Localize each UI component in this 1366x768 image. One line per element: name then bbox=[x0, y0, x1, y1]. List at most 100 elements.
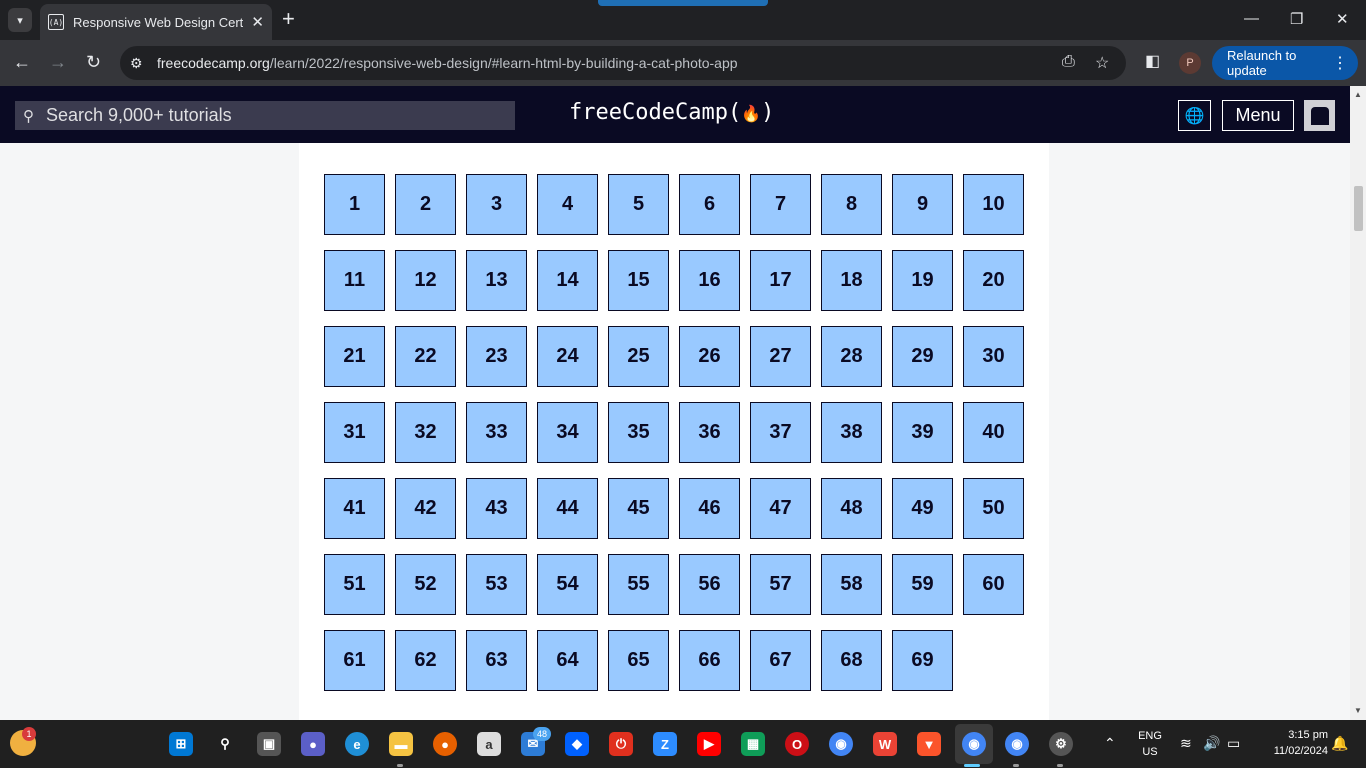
step-button[interactable]: 22 bbox=[395, 326, 456, 387]
new-tab-plus-icon[interactable]: + bbox=[282, 8, 295, 30]
dropbox-icon[interactable]: ◆ bbox=[565, 732, 589, 756]
step-button[interactable]: 54 bbox=[537, 554, 598, 615]
forward-arrow-icon[interactable]: → bbox=[49, 53, 67, 71]
side-panel-icon[interactable]: ◧ bbox=[1145, 53, 1160, 71]
step-button[interactable]: 36 bbox=[679, 402, 740, 463]
chrome-icon[interactable]: ◉ bbox=[829, 732, 853, 756]
step-button[interactable]: 32 bbox=[395, 402, 456, 463]
step-button[interactable]: 29 bbox=[892, 326, 953, 387]
tab-search-chevron-icon[interactable]: ▾ bbox=[8, 8, 32, 32]
step-button[interactable]: 67 bbox=[750, 630, 811, 691]
site-info-tune-icon[interactable]: ⚙ bbox=[130, 55, 152, 72]
step-button[interactable]: 59 bbox=[892, 554, 953, 615]
step-button[interactable]: 49 bbox=[892, 478, 953, 539]
menu-button[interactable]: Menu bbox=[1222, 100, 1294, 131]
chrome-profile-p-icon[interactable]: ◉ bbox=[962, 732, 986, 756]
step-button[interactable]: 4 bbox=[537, 174, 598, 235]
install-app-icon[interactable]: ⎙ bbox=[1062, 53, 1075, 71]
zoom-icon[interactable]: Z bbox=[653, 732, 677, 756]
step-button[interactable]: 10 bbox=[963, 174, 1024, 235]
opera-icon[interactable]: O bbox=[785, 732, 809, 756]
brave-icon[interactable]: ▼ bbox=[917, 732, 941, 756]
bookmark-star-icon[interactable]: ☆ bbox=[1095, 53, 1109, 73]
address-bar[interactable]: ⚙ freecodecamp.org/learn/2022/responsive… bbox=[120, 46, 1126, 80]
step-button[interactable]: 55 bbox=[608, 554, 669, 615]
step-button[interactable]: 19 bbox=[892, 250, 953, 311]
step-button[interactable]: 57 bbox=[750, 554, 811, 615]
step-button[interactable]: 25 bbox=[608, 326, 669, 387]
step-button[interactable]: 47 bbox=[750, 478, 811, 539]
fcc-search-bar[interactable]: ⚲ bbox=[15, 101, 515, 130]
step-button[interactable]: 38 bbox=[821, 402, 882, 463]
user-avatar[interactable] bbox=[1304, 100, 1335, 131]
step-button[interactable]: 26 bbox=[679, 326, 740, 387]
step-button[interactable]: 63 bbox=[466, 630, 527, 691]
scroll-up-arrow-icon[interactable]: ▲ bbox=[1354, 90, 1362, 99]
step-button[interactable]: 62 bbox=[395, 630, 456, 691]
input-region[interactable]: US bbox=[1136, 746, 1164, 758]
step-button[interactable]: 65 bbox=[608, 630, 669, 691]
profile-avatar[interactable]: P bbox=[1179, 52, 1201, 74]
windows-start-icon[interactable]: ⊞ bbox=[169, 732, 193, 756]
step-button[interactable]: 11 bbox=[324, 250, 385, 311]
step-button[interactable]: 60 bbox=[963, 554, 1024, 615]
google-classroom-icon[interactable]: ▦ bbox=[741, 732, 765, 756]
file-explorer-icon[interactable]: ▬ bbox=[389, 732, 413, 756]
step-button[interactable]: 68 bbox=[821, 630, 882, 691]
search-taskbar-icon[interactable]: ⚲ bbox=[213, 732, 237, 756]
chrome-profile-2-icon[interactable]: ◉ bbox=[1005, 732, 1029, 756]
step-button[interactable]: 41 bbox=[324, 478, 385, 539]
step-button[interactable]: 34 bbox=[537, 402, 598, 463]
page-scrollbar[interactable]: ▲ ▼ bbox=[1350, 86, 1366, 720]
step-button[interactable]: 44 bbox=[537, 478, 598, 539]
step-button[interactable]: 35 bbox=[608, 402, 669, 463]
step-button[interactable]: 20 bbox=[963, 250, 1024, 311]
reload-icon[interactable]: ↻ bbox=[86, 53, 101, 71]
step-button[interactable]: 24 bbox=[537, 326, 598, 387]
step-button[interactable]: 2 bbox=[395, 174, 456, 235]
step-button[interactable]: 53 bbox=[466, 554, 527, 615]
youtube-icon[interactable]: ▶ bbox=[697, 732, 721, 756]
step-button[interactable]: 40 bbox=[963, 402, 1024, 463]
window-close-icon[interactable]: ✕ bbox=[1336, 10, 1349, 28]
step-button[interactable]: 6 bbox=[679, 174, 740, 235]
firefox-icon[interactable]: ● bbox=[433, 732, 457, 756]
step-button[interactable]: 39 bbox=[892, 402, 953, 463]
chrome-menu-dots-icon[interactable]: ⋮ bbox=[1332, 53, 1348, 73]
wifi-icon[interactable]: ≋ bbox=[1180, 735, 1192, 752]
step-button[interactable]: 5 bbox=[608, 174, 669, 235]
step-button[interactable]: 15 bbox=[608, 250, 669, 311]
restore-icon[interactable]: ❐ bbox=[1290, 10, 1303, 28]
step-button[interactable]: 52 bbox=[395, 554, 456, 615]
url-text[interactable]: freecodecamp.org/learn/2022/responsive-w… bbox=[157, 55, 738, 71]
wps-office-icon[interactable]: W bbox=[873, 732, 897, 756]
tray-overflow-chevron-icon[interactable]: ⌃ bbox=[1104, 735, 1116, 752]
scroll-thumb[interactable] bbox=[1354, 186, 1363, 231]
search-input[interactable] bbox=[46, 105, 486, 126]
task-view-icon[interactable]: ▣ bbox=[257, 732, 281, 756]
step-button[interactable]: 16 bbox=[679, 250, 740, 311]
input-language[interactable]: ENG bbox=[1136, 730, 1164, 742]
step-button[interactable]: 7 bbox=[750, 174, 811, 235]
step-button[interactable]: 45 bbox=[608, 478, 669, 539]
step-button[interactable]: 1 bbox=[324, 174, 385, 235]
fcc-logo[interactable]: freeCodeCamp(🔥) bbox=[569, 100, 774, 125]
step-button[interactable]: 61 bbox=[324, 630, 385, 691]
battery-icon[interactable]: ▭ bbox=[1227, 735, 1240, 752]
browser-tab-active[interactable]: (A) Responsive Web Design Certific ✕ bbox=[40, 4, 272, 40]
amazon-icon[interactable]: a bbox=[477, 732, 501, 756]
relaunch-to-update-button[interactable]: Relaunch to update ⋮ bbox=[1212, 46, 1358, 80]
step-button[interactable]: 13 bbox=[466, 250, 527, 311]
edge-icon[interactable]: e bbox=[345, 732, 369, 756]
step-button[interactable]: 30 bbox=[963, 326, 1024, 387]
step-button[interactable]: 17 bbox=[750, 250, 811, 311]
step-button[interactable]: 9 bbox=[892, 174, 953, 235]
step-button[interactable]: 14 bbox=[537, 250, 598, 311]
volume-icon[interactable]: 🔊 bbox=[1203, 735, 1220, 752]
step-button[interactable]: 64 bbox=[537, 630, 598, 691]
step-button[interactable]: 37 bbox=[750, 402, 811, 463]
step-button[interactable]: 58 bbox=[821, 554, 882, 615]
step-button[interactable]: 21 bbox=[324, 326, 385, 387]
scroll-down-arrow-icon[interactable]: ▼ bbox=[1354, 706, 1362, 715]
step-button[interactable]: 66 bbox=[679, 630, 740, 691]
